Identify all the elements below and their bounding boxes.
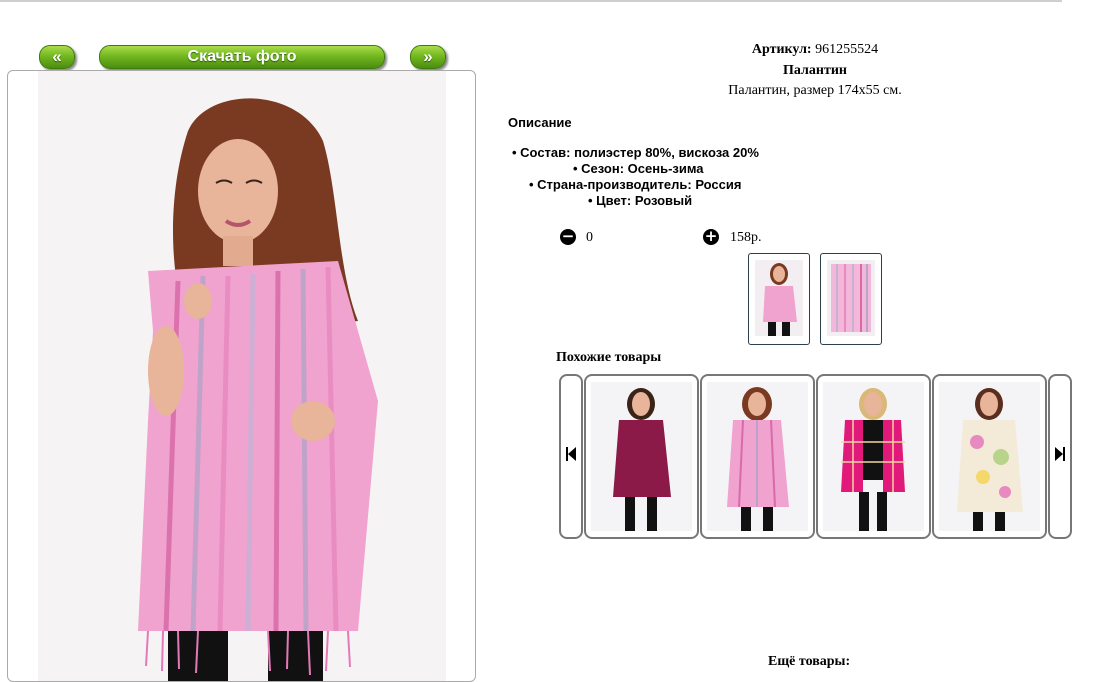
- article-number: 961255524: [815, 42, 879, 57]
- product-title: Палантин: [783, 63, 847, 78]
- similar-item-burgundy-scarf[interactable]: [584, 374, 699, 539]
- description-item-composition: Состав: полиэстер 80%, вискоза 20%: [512, 145, 759, 160]
- main-product-photo[interactable]: [38, 71, 446, 681]
- price-value: 158р.: [730, 230, 762, 245]
- skip-back-icon: [566, 447, 576, 466]
- similar-item-floral-scarf[interactable]: [932, 374, 1047, 539]
- plus-circle-icon[interactable]: +: [703, 229, 719, 245]
- main-photo-frame: [7, 70, 476, 682]
- more-items-heading: Ещё товары:: [768, 654, 851, 669]
- previous-photo-button[interactable]: «: [39, 45, 75, 69]
- description-item-color: Цвет: Розовый: [588, 193, 692, 208]
- photo-thumbnail-fabric[interactable]: [820, 253, 882, 345]
- description-item-season: Сезон: Осень-зима: [573, 161, 703, 176]
- carousel-prev-button[interactable]: [559, 374, 583, 539]
- product-short-description: Палантин, размер 174x55 см.: [728, 83, 902, 98]
- article-label: Артикул:: [751, 42, 812, 57]
- article-line: Артикул: 961255524: [620, 42, 1010, 58]
- carousel-next-button[interactable]: [1048, 374, 1072, 539]
- similar-item-fuchsia-plaid-scarf[interactable]: [816, 374, 931, 539]
- similar-items-heading: Похожие товары: [556, 350, 662, 365]
- quantity-value: 0: [586, 230, 593, 245]
- next-photo-button[interactable]: »: [410, 45, 446, 69]
- similar-item-pink-scarf[interactable]: [700, 374, 815, 539]
- top-divider: [0, 0, 1062, 2]
- description-item-country: Страна-производитель: Россия: [529, 177, 741, 192]
- skip-forward-icon: [1055, 447, 1065, 466]
- description-heading: Описание: [508, 115, 572, 130]
- photo-thumbnail-model[interactable]: [748, 253, 810, 345]
- download-photo-button[interactable]: Скачать фото: [99, 45, 385, 69]
- minus-circle-icon[interactable]: −: [560, 229, 576, 245]
